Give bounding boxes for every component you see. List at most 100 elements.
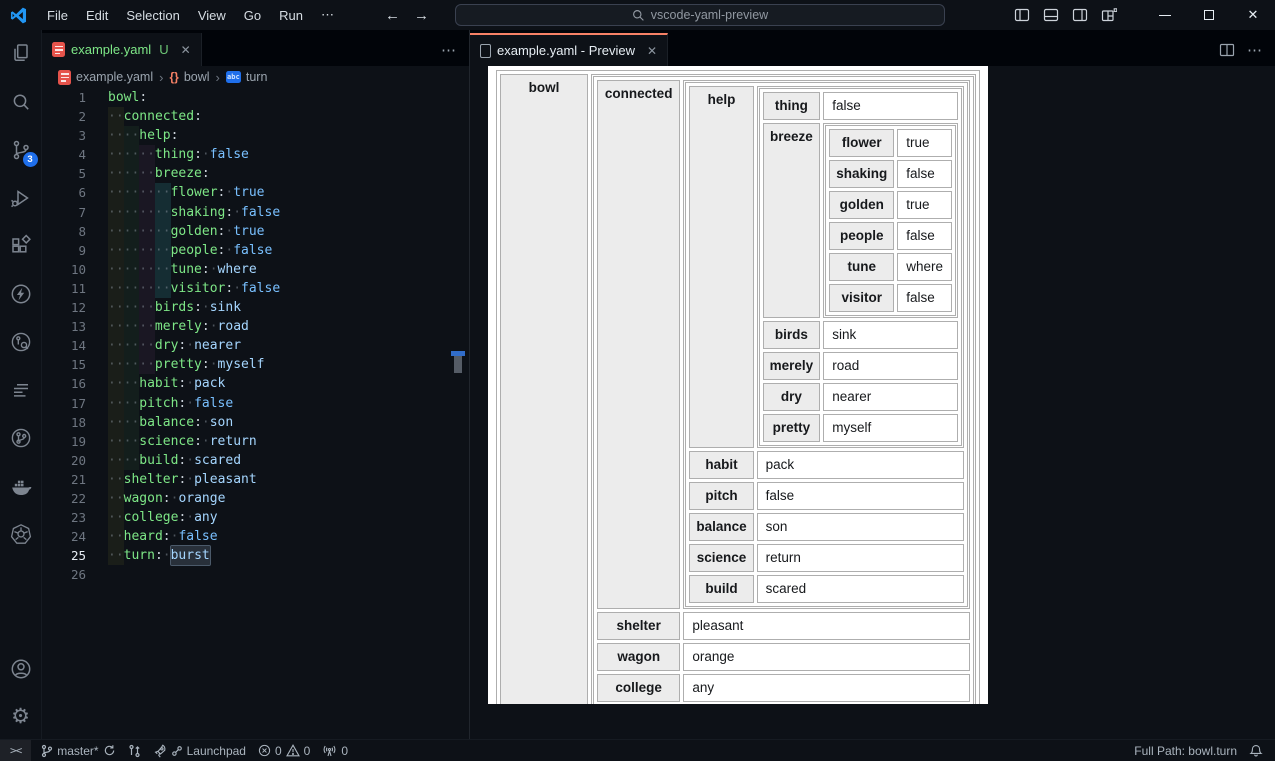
ports-item[interactable]: 0 bbox=[316, 740, 354, 761]
code-line[interactable]: 25 ·· turn: · burst bbox=[42, 545, 469, 567]
code-line[interactable]: 21 ·· shelter: · pleasant bbox=[42, 469, 469, 489]
code-line[interactable]: 23 ·· college: · any bbox=[42, 508, 469, 528]
yaml-colon: : bbox=[217, 242, 226, 258]
menu-run[interactable]: Run bbox=[270, 5, 312, 26]
yaml-preview-table: flower true shaking false golden true people fa… bbox=[825, 125, 956, 316]
code-editor[interactable]: 1 bowl:2 ·· connected:3 ·· ·· help:4 ·· ·· ·· thin… bbox=[42, 88, 469, 739]
code-line[interactable]: 17 ·· ·· pitch: · false bbox=[42, 393, 469, 413]
code-line[interactable]: 20 ·· ·· build: · scared bbox=[42, 450, 469, 470]
menu-view[interactable]: View bbox=[189, 5, 235, 26]
toggle-panel-icon[interactable] bbox=[1043, 7, 1059, 23]
table-row: tune where bbox=[829, 253, 952, 281]
code-line[interactable]: 12 ·· ·· ·· birds: · sink bbox=[42, 298, 469, 318]
source-control-icon[interactable]: 3 bbox=[0, 126, 42, 174]
notifications-item[interactable] bbox=[1243, 740, 1269, 761]
code-line[interactable]: 5 ·· ·· ·· breeze: bbox=[42, 164, 469, 184]
docker-icon[interactable] bbox=[0, 462, 42, 510]
nav-forward-icon[interactable]: → bbox=[414, 7, 429, 24]
code-line[interactable]: 1 bowl: bbox=[42, 88, 469, 107]
code-line[interactable]: 4 ·· ·· ·· thing: · false bbox=[42, 145, 469, 165]
yaml-key: science bbox=[139, 433, 195, 449]
code-line[interactable]: 16 ·· ·· habit: · pack bbox=[42, 374, 469, 394]
explorer-icon[interactable] bbox=[0, 30, 42, 78]
yaml-colon: : bbox=[162, 529, 171, 545]
git-branch-item[interactable]: master* bbox=[35, 740, 121, 761]
code-line[interactable]: 7 ·· ·· ·· ·· shaking: · false bbox=[42, 202, 469, 222]
code-line[interactable]: 14 ·· ·· ·· dry: · nearer bbox=[42, 336, 469, 356]
tab-close-icon[interactable]: ✕ bbox=[647, 44, 657, 58]
indent-guide: ·· bbox=[154, 202, 171, 222]
breadcrumb-object[interactable]: bowl bbox=[184, 70, 210, 84]
toggle-sidebar-icon[interactable] bbox=[1014, 7, 1030, 23]
scm-badge: 3 bbox=[22, 152, 38, 167]
problems-item[interactable]: 0 0 bbox=[252, 740, 316, 761]
value-cell: false bbox=[756, 482, 964, 510]
toggle-secondary-sidebar-icon[interactable] bbox=[1072, 7, 1088, 23]
menu-file[interactable]: File bbox=[38, 5, 77, 26]
kubernetes-icon[interactable] bbox=[0, 510, 42, 558]
editor-actions-more-icon[interactable]: ⋯ bbox=[441, 41, 457, 59]
full-path-item[interactable]: Full Path: bowl.turn bbox=[1128, 740, 1243, 761]
line-number: 22 bbox=[70, 490, 86, 506]
nav-back-icon[interactable]: ← bbox=[385, 7, 400, 24]
remote-indicator[interactable]: >< bbox=[0, 739, 32, 761]
code-line[interactable]: 26 bbox=[42, 565, 469, 584]
code-line[interactable]: 3 ·· ·· help: bbox=[42, 126, 469, 146]
extensions-icon[interactable] bbox=[0, 222, 42, 270]
gitlens-icon[interactable] bbox=[0, 414, 42, 462]
code-line[interactable]: 24 ·· heard: · false bbox=[42, 527, 469, 547]
indent-guide: ·· bbox=[123, 240, 139, 260]
menu-selection[interactable]: Selection bbox=[117, 5, 188, 26]
account-icon[interactable] bbox=[0, 645, 42, 693]
line-number: 24 bbox=[70, 529, 86, 545]
code-line[interactable]: 9 ·· ·· ·· ·· people: · false bbox=[42, 240, 469, 260]
tab-example-yaml[interactable]: example.yaml U ✕ bbox=[42, 33, 202, 66]
menu-edit[interactable]: Edit bbox=[77, 5, 117, 26]
key-cell: thing bbox=[762, 92, 821, 120]
window-minimize-button[interactable] bbox=[1143, 0, 1187, 30]
nested-object-cell: help thing false breeze flower true shaking fal… bbox=[683, 80, 970, 609]
activity-bar: 3 ⚙ bbox=[0, 30, 42, 739]
code-line[interactable]: 15 ·· ·· ·· pretty: · myself bbox=[42, 355, 469, 375]
line-number: 5 bbox=[78, 166, 86, 182]
customize-layout-icon[interactable] bbox=[1101, 7, 1117, 23]
code-line[interactable]: 11 ·· ·· ·· ·· visitor: · false bbox=[42, 278, 469, 299]
split-editor-icon[interactable] bbox=[1219, 42, 1235, 58]
code-line[interactable]: 19 ·· ·· science: · return bbox=[42, 431, 469, 451]
settings-gear-icon[interactable]: ⚙ bbox=[0, 693, 42, 739]
yaml-key: birds bbox=[154, 300, 195, 316]
code-line[interactable]: 6 ·· ·· ·· ·· flower: · true bbox=[42, 183, 469, 203]
indent-guide: ·· bbox=[154, 221, 171, 241]
code-line[interactable]: 2 ·· connected: bbox=[42, 107, 469, 127]
tab-close-icon[interactable]: ✕ bbox=[181, 43, 191, 57]
menu-go[interactable]: Go bbox=[235, 5, 270, 26]
tab-example-yaml-preview[interactable]: example.yaml - Preview ✕ bbox=[470, 33, 669, 66]
launchpad-item[interactable]: Launchpad bbox=[147, 740, 252, 761]
line-number: 16 bbox=[70, 376, 86, 392]
code-line[interactable]: 18 ·· ·· balance: · son bbox=[42, 412, 469, 432]
gitlens-focus-icon[interactable] bbox=[0, 366, 42, 414]
code-line[interactable]: 13 ·· ·· ·· merely: · road bbox=[42, 317, 469, 337]
code-line[interactable]: 10 ·· ·· ·· ·· tune: · where bbox=[42, 259, 469, 279]
commit-graph-item[interactable] bbox=[122, 740, 147, 761]
window-maximize-button[interactable] bbox=[1187, 0, 1231, 30]
command-center-search[interactable]: vscode-yaml-preview bbox=[455, 4, 945, 26]
code-line[interactable]: 8 ·· ·· ·· ·· golden: · true bbox=[42, 221, 469, 241]
yaml-preview-table: help thing false breeze flower true shaking fal… bbox=[685, 82, 968, 607]
run-and-debug-icon[interactable] bbox=[0, 174, 42, 222]
breadcrumb-leaf[interactable]: turn bbox=[246, 70, 268, 84]
key-cell: balance bbox=[689, 513, 754, 541]
search-view-icon[interactable] bbox=[0, 78, 42, 126]
value-cell: return bbox=[756, 544, 964, 572]
git-branch-icon bbox=[42, 744, 53, 757]
breadcrumb-file[interactable]: example.yaml bbox=[76, 70, 153, 84]
code-line[interactable]: 22 ·· wagon: · orange bbox=[42, 488, 469, 509]
line-number: 8 bbox=[78, 223, 86, 239]
preview-actions-more-icon[interactable]: ⋯ bbox=[1247, 41, 1263, 59]
indent-guide: ·· bbox=[139, 355, 155, 375]
thunder-client-icon[interactable] bbox=[0, 270, 42, 318]
indent-guide: ·· bbox=[108, 355, 124, 375]
menu-more[interactable]: ⋯ bbox=[312, 4, 343, 26]
window-close-button[interactable]: ✕ bbox=[1231, 0, 1275, 30]
gitlens-search-icon[interactable] bbox=[0, 318, 42, 366]
